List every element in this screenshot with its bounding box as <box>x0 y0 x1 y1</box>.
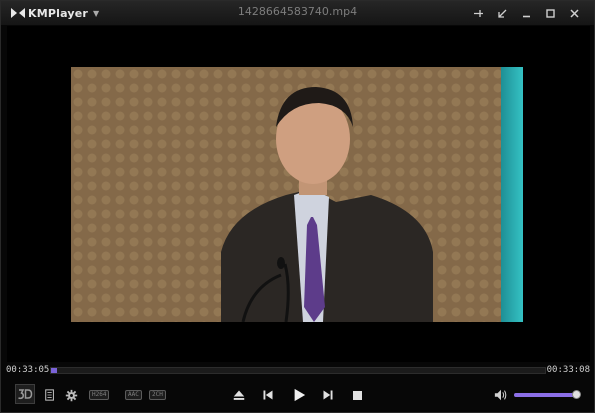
close-button[interactable] <box>562 1 586 25</box>
kmplayer-logo-icon <box>11 8 25 18</box>
eject-icon <box>233 390 245 400</box>
settings-button[interactable] <box>63 387 79 403</box>
3d-icon <box>15 384 35 404</box>
play-button[interactable] <box>290 386 308 404</box>
3d-button[interactable] <box>15 384 35 404</box>
stop-icon <box>352 390 362 400</box>
skip-next-icon <box>323 390 333 400</box>
minimize-button[interactable] <box>514 1 538 25</box>
chevron-down-icon: ▼ <box>93 8 100 18</box>
video-area[interactable] <box>7 26 590 362</box>
eject-button[interactable] <box>231 387 247 403</box>
speaker-icon <box>494 389 507 401</box>
volume-slider[interactable] <box>514 390 581 399</box>
title-bar[interactable]: KMPlayer ▼ 1428664583740.mp4 <box>1 1 594 25</box>
stop-button[interactable] <box>349 387 365 403</box>
mini-mode-button[interactable] <box>490 1 514 25</box>
seek-bar-progress <box>51 368 57 373</box>
time-bar: 00:33:05 00:33:08 <box>1 363 594 377</box>
maximize-button[interactable] <box>538 1 562 25</box>
playlist-button[interactable] <box>43 388 57 402</box>
seek-bar[interactable] <box>50 367 546 374</box>
next-button[interactable] <box>320 387 336 403</box>
app-name: KMPlayer <box>28 6 89 20</box>
total-time: 00:33:08 <box>546 365 590 375</box>
mute-button[interactable] <box>493 387 509 403</box>
minimize-icon <box>522 15 530 17</box>
kmplayer-window: KMPlayer ▼ 1428664583740.mp4 00:33:05 00… <box>0 0 595 413</box>
audio-codec-badge[interactable]: AAC <box>125 390 142 400</box>
close-icon <box>569 8 579 18</box>
previous-button[interactable] <box>260 387 276 403</box>
volume-level <box>514 393 577 397</box>
maximize-icon <box>545 8 555 18</box>
gear-icon <box>65 389 77 401</box>
control-bar: H264 AAC 2CH <box>1 379 594 412</box>
skip-previous-icon <box>263 390 273 400</box>
volume-handle[interactable] <box>571 390 581 399</box>
pin-button[interactable] <box>466 1 490 25</box>
current-time: 00:33:05 <box>6 365 50 375</box>
play-icon <box>294 388 306 402</box>
app-menu-button[interactable]: KMPlayer ▼ <box>11 7 99 20</box>
video-frame[interactable] <box>71 67 523 322</box>
pin-icon <box>473 9 483 17</box>
video-codec-badge[interactable]: H264 <box>89 390 110 400</box>
audio-channels-badge[interactable]: 2CH <box>149 390 166 400</box>
mini-mode-icon <box>497 9 506 18</box>
playlist-icon <box>45 389 54 401</box>
